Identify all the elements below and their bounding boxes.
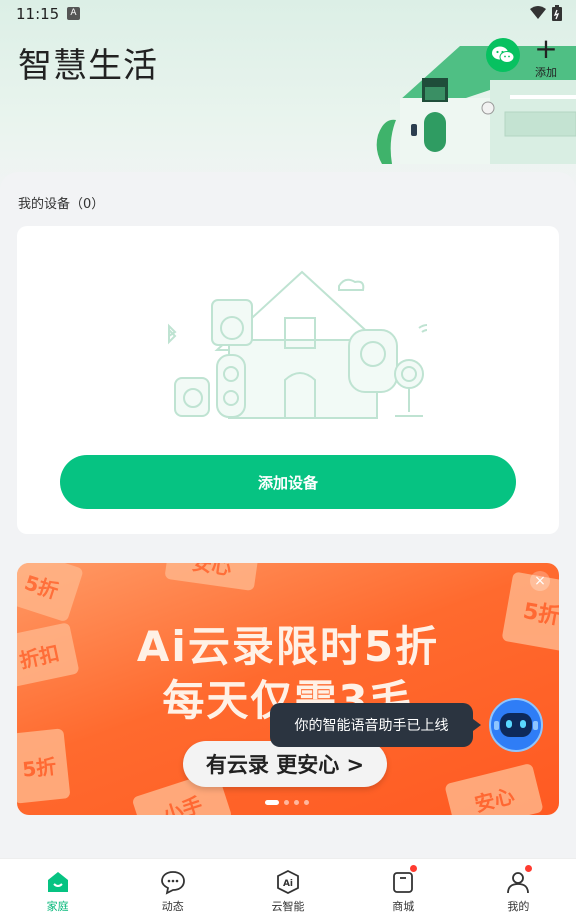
voice-assistant-robot-icon[interactable] (488, 697, 544, 753)
device-card: 添加设备 (17, 226, 559, 534)
carousel-dot (284, 800, 289, 805)
plus-icon: + (534, 32, 558, 65)
tab-label: 家庭 (46, 900, 69, 913)
page-title: 智慧生活 (18, 46, 158, 86)
promo-banner[interactable]: 5折 折扣 安心 5折 5折 安心 小手 Ai云录限时5折 每天仅需3毛 有云录… (17, 563, 559, 815)
tab-cloud-ai[interactable]: Ai 云智能 (230, 859, 345, 920)
add-label: 添加 (535, 66, 557, 79)
wechat-icon (492, 46, 514, 63)
banner-cta-button[interactable]: 有云录 更安心 > (183, 741, 387, 787)
tab-shop[interactable]: 商城 (346, 859, 461, 920)
coupon-decoration: 5折 (17, 728, 71, 804)
ai-icon: Ai (277, 869, 299, 895)
tab-activity[interactable]: 动态 (115, 859, 230, 920)
status-time: 11:15 (16, 5, 60, 23)
status-indicators (530, 5, 562, 21)
add-button[interactable]: + 添加 (530, 32, 562, 80)
svg-text:Ai: Ai (283, 879, 293, 889)
tab-label: 我的 (507, 900, 530, 913)
message-icon (160, 871, 185, 895)
profile-icon (507, 872, 530, 894)
my-devices-label: 我的设备（0） (18, 197, 105, 212)
tab-home[interactable]: 家庭 (0, 859, 115, 920)
banner-headline: Ai云录限时5折 (136, 622, 440, 671)
tab-label: 商城 (392, 900, 415, 913)
notification-badge (409, 865, 417, 872)
wechat-button[interactable] (486, 38, 520, 72)
shop-icon (393, 872, 414, 893)
notification-badge (524, 865, 532, 872)
coupon-decoration: 安心 (444, 762, 544, 815)
assistant-tooltip: 你的智能语音助手已上线 (270, 703, 481, 747)
carousel-indicator (265, 800, 309, 805)
tab-label: 云智能 (271, 900, 305, 913)
wifi-icon (530, 6, 546, 19)
carousel-dot (304, 800, 309, 805)
carousel-dot (294, 800, 299, 805)
battery-icon (552, 5, 562, 21)
carousel-dot (265, 800, 279, 805)
empty-devices-illustration (168, 270, 427, 419)
status-bar: 11:15 A (0, 0, 576, 28)
header: 11:15 A 智慧生活 + 添加 (0, 0, 576, 200)
coupon-decoration: 安心 (164, 563, 260, 592)
tab-profile[interactable]: 我的 (461, 859, 576, 920)
notification-icon: A (67, 7, 80, 20)
bottom-tab-bar: 家庭 动态 Ai 云智能 商城 我的 (0, 858, 576, 920)
add-device-button[interactable]: 添加设备 (60, 455, 516, 509)
tab-label: 动态 (161, 900, 184, 913)
close-icon[interactable]: × (530, 571, 550, 591)
home-icon (47, 872, 68, 892)
